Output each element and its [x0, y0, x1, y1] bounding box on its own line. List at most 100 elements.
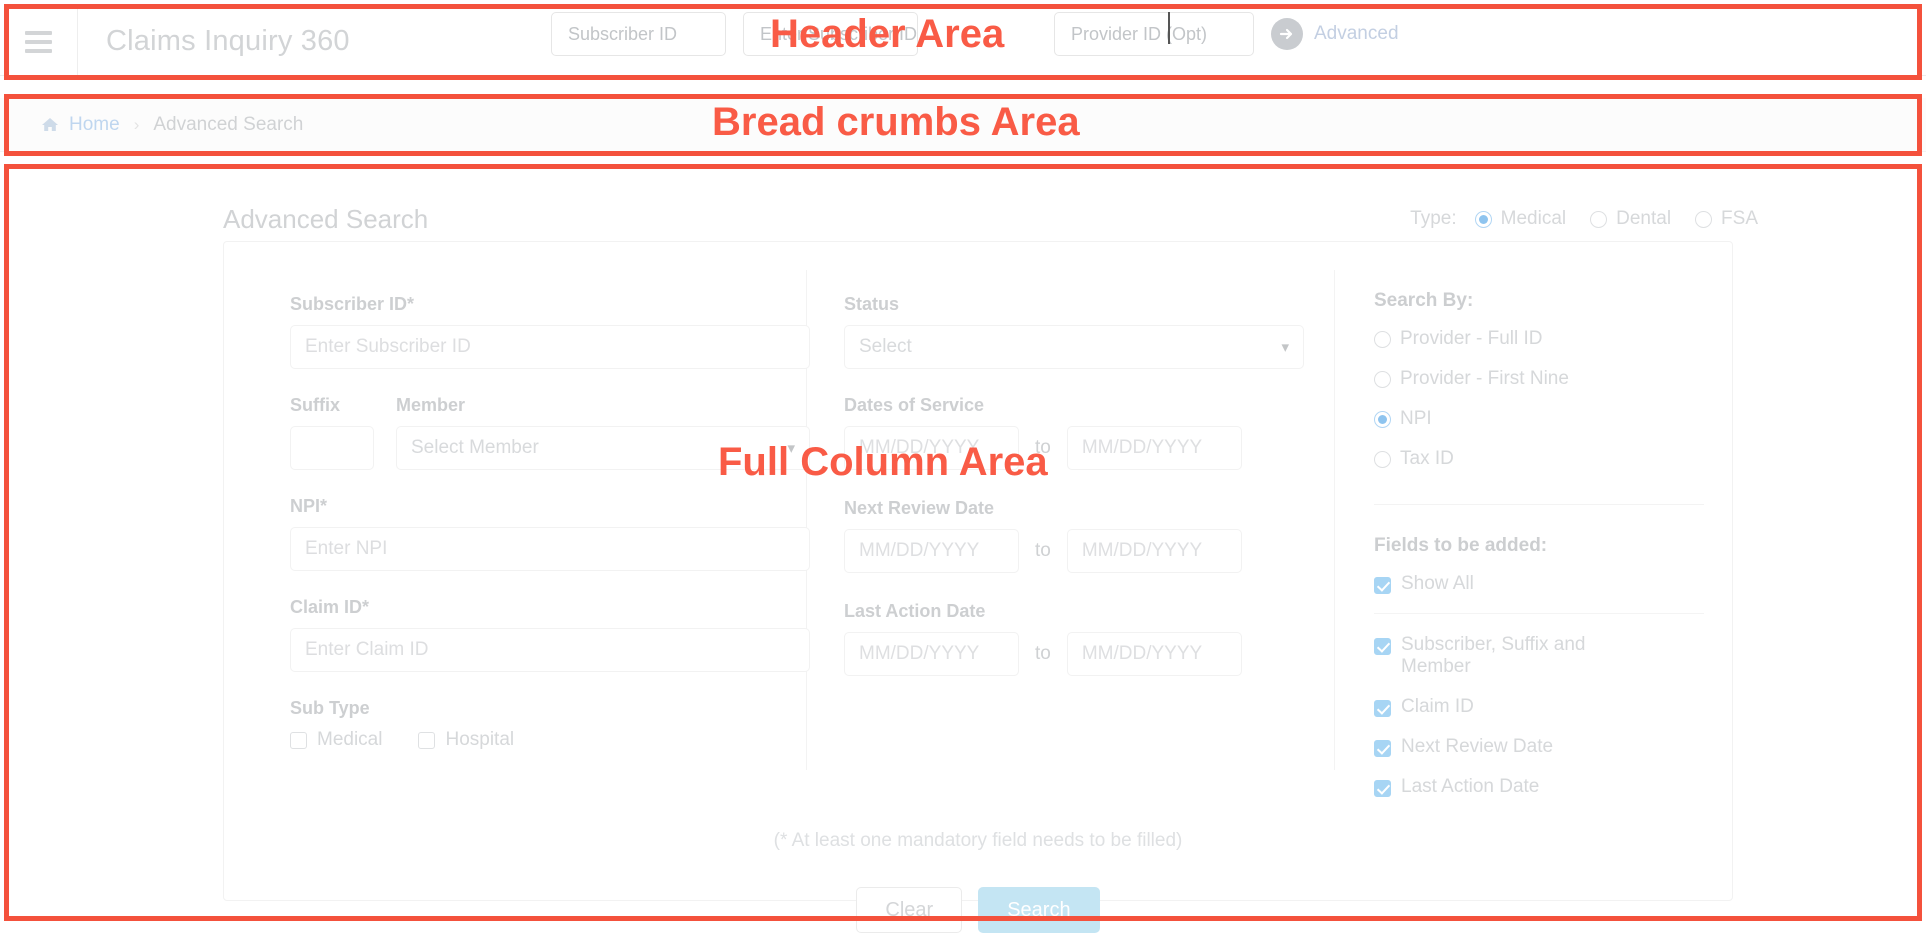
radio-icon — [1695, 210, 1713, 228]
page-title: Claims Inquiry 360 — [106, 25, 350, 57]
breadcrumb-home-link[interactable]: Home — [69, 114, 120, 136]
field-last-action-date: Last Action Date MM/DD/YYYY to MM/DD/YYY… — [844, 601, 1304, 676]
section-divider — [1374, 504, 1704, 505]
checkbox-icon — [1374, 740, 1391, 757]
suffix-label: Suffix — [290, 395, 341, 415]
radio-icon — [1590, 210, 1608, 228]
breadcrumb-current: Advanced Search — [153, 113, 304, 135]
sub-type-option-hospital[interactable]: Hospital — [418, 729, 514, 751]
type-option-dental[interactable]: Dental — [1590, 208, 1671, 230]
member-select[interactable]: Select Member ▾ — [396, 426, 810, 470]
checkbox-icon — [290, 731, 307, 749]
dates-of-service-from-input[interactable]: MM/DD/YYYY — [844, 426, 1019, 470]
checkbox-icon — [1374, 638, 1391, 655]
field-next-review-date: Next Review Date MM/DD/YYYY to MM/DD/YYY… — [844, 498, 1304, 573]
field-subscriber-id: Subscriber ID* Enter Subscriber ID — [290, 294, 810, 369]
advanced-link-label: Advanced — [1314, 23, 1399, 44]
checkbox-icon — [1374, 577, 1391, 594]
search-by-option-tax-id-label: Tax ID — [1400, 448, 1454, 469]
search-by-option-provider-first-nine[interactable]: Provider - First Nine — [1374, 368, 1704, 390]
dates-of-service-to-input[interactable]: MM/DD/YYYY — [1066, 426, 1242, 470]
dates-of-service-label: Dates of Service — [844, 395, 985, 415]
claim-id-input[interactable]: Enter Claim ID — [290, 628, 810, 672]
clear-button[interactable]: Clear — [856, 887, 963, 933]
advanced-search-form: Subscriber ID* Enter Subscriber ID Suffi… — [223, 241, 1733, 933]
dates-of-service-to-label: to — [1035, 437, 1051, 458]
search-button[interactable]: Search — [978, 887, 1100, 933]
last-action-date-label: Last Action Date — [844, 601, 986, 621]
fields-to-add-subscriber-suffix-member[interactable]: Subscriber, Suffix and Member — [1374, 634, 1704, 678]
chevron-down-icon: ▾ — [787, 440, 795, 457]
last-action-date-to-input[interactable]: MM/DD/YYYY — [1066, 632, 1242, 676]
advanced-search-link[interactable]: Advanced — [1271, 18, 1399, 50]
form-column-right: Search By: Provider - Full ID Provider -… — [1374, 242, 1704, 816]
search-by-option-npi[interactable]: NPI — [1374, 408, 1704, 430]
home-icon — [40, 115, 60, 135]
radio-icon — [1474, 210, 1492, 228]
status-label: Status — [844, 294, 900, 314]
search-by-label: Search By: — [1374, 290, 1474, 311]
search-by-option-npi-label: NPI — [1400, 408, 1432, 429]
sub-type-option-medical[interactable]: Medical — [290, 729, 382, 751]
sub-type-label: Sub Type — [290, 698, 370, 718]
header-subscriber-id-input[interactable]: Subscriber ID — [551, 12, 726, 56]
breadcrumb-separator-icon: › — [133, 114, 140, 134]
header-enter-subscriber-id-input[interactable]: Enter Subscriber ID — [743, 12, 918, 56]
search-by-option-tax-id[interactable]: Tax ID — [1374, 448, 1704, 470]
radio-icon — [1374, 330, 1391, 348]
fields-to-add-last-action-date[interactable]: Last Action Date — [1374, 776, 1704, 798]
suffix-input[interactable] — [290, 426, 374, 470]
subscriber-id-input[interactable]: Enter Subscriber ID — [290, 325, 810, 369]
search-by-group: Search By: Provider - Full ID Provider -… — [1374, 290, 1704, 470]
subscriber-id-label: Subscriber ID* — [290, 294, 415, 314]
fields-to-add-next-review-date[interactable]: Next Review Date — [1374, 736, 1704, 758]
fields-to-add-next-review-date-label: Next Review Date — [1401, 736, 1554, 757]
checkbox-icon — [1374, 700, 1391, 717]
type-radio-group: Type: Medical Dental FSA — [1410, 208, 1770, 230]
type-option-fsa-label: FSA — [1721, 208, 1758, 229]
type-option-fsa[interactable]: FSA — [1695, 208, 1758, 230]
advanced-search-heading: Advanced Search — [223, 204, 429, 234]
last-action-date-from-input[interactable]: MM/DD/YYYY — [844, 632, 1019, 676]
status-select-value: Select — [859, 336, 912, 357]
hamburger-icon[interactable] — [0, 7, 78, 76]
fields-to-add-last-action-date-label: Last Action Date — [1401, 776, 1540, 797]
radio-icon — [1374, 450, 1391, 468]
field-status: Status Select ▾ — [844, 294, 1304, 369]
chevron-down-icon: ▾ — [1281, 339, 1289, 356]
claim-id-label: Claim ID* — [290, 597, 370, 617]
header-provider-id-input[interactable]: Provider ID (Opt) — [1054, 12, 1254, 56]
status-select[interactable]: Select ▾ — [844, 325, 1304, 369]
checkbox-icon — [418, 731, 436, 749]
field-suffix-member: Suffix Member Select Member ▾ — [290, 395, 810, 470]
form-column-middle: Status Select ▾ Dates of Service MM/DD/Y… — [844, 242, 1304, 676]
section-divider — [1374, 613, 1704, 614]
search-by-option-provider-full-id[interactable]: Provider - Full ID — [1374, 328, 1704, 350]
fields-to-add-show-all[interactable]: Show All — [1374, 573, 1704, 595]
next-review-date-from-input[interactable]: MM/DD/YYYY — [844, 529, 1019, 573]
column-divider — [1334, 270, 1335, 770]
last-action-date-to-label: to — [1035, 643, 1051, 664]
next-review-date-to-input[interactable]: MM/DD/YYYY — [1066, 529, 1242, 573]
radio-icon — [1374, 410, 1391, 428]
main-content: Advanced Search Type: Medical Dental FSA… — [8, 168, 1918, 933]
fields-to-add-label: Fields to be added: — [1374, 535, 1548, 556]
form-actions: Clear Search — [224, 887, 1732, 933]
form-column-left: Subscriber ID* Enter Subscriber ID Suffi… — [290, 242, 810, 751]
header-bar: Claims Inquiry 360 — [0, 7, 1926, 76]
fields-to-add-claim-id[interactable]: Claim ID — [1374, 696, 1704, 718]
field-dates-of-service: Dates of Service MM/DD/YYYY to MM/DD/YYY… — [844, 395, 1304, 470]
checkbox-icon — [1374, 780, 1391, 797]
field-sub-type: Sub Type Medical Hospital — [290, 698, 810, 751]
fields-to-add-show-all-label: Show All — [1401, 573, 1474, 594]
fields-to-add-subscriber-suffix-member-label: Subscriber, Suffix and Member — [1401, 634, 1586, 677]
search-by-option-provider-first-nine-label: Provider - First Nine — [1400, 368, 1569, 389]
member-label: Member — [396, 395, 466, 415]
fields-to-add-claim-id-label: Claim ID — [1401, 696, 1474, 717]
npi-input[interactable]: Enter NPI — [290, 527, 810, 571]
npi-label: NPI* — [290, 496, 328, 516]
breadcrumb: Home › Advanced Search — [0, 98, 1926, 152]
search-by-option-provider-full-id-label: Provider - Full ID — [1400, 328, 1543, 349]
fields-to-add-group: Fields to be added: Show All Subscriber,… — [1374, 535, 1704, 798]
type-option-medical[interactable]: Medical — [1474, 208, 1566, 230]
